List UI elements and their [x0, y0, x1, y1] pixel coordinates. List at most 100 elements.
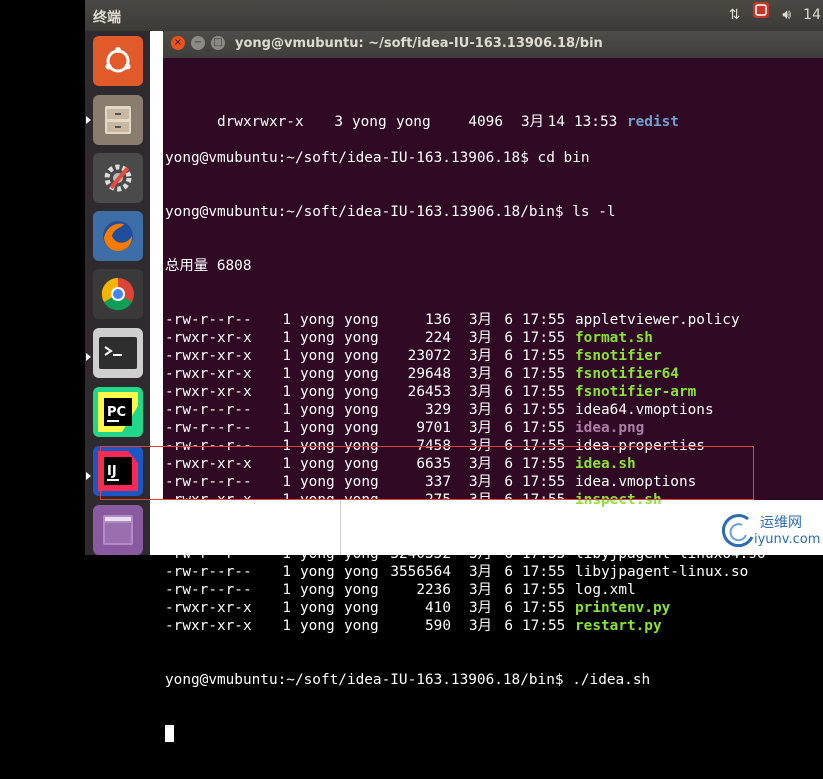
- terminal-output[interactable]: drwxrwxr-x 3 yong yong 4096 3月 14 13:53 redist y…: [165, 59, 821, 779]
- file-row: -rwxr-xr-x 1 yong yong 590 3月 6 17:55 restart.py: [165, 617, 821, 635]
- watermark-url: iyunv.com: [754, 532, 821, 547]
- file-perm: -rw-r--r--: [165, 420, 252, 436]
- file-day: 6: [504, 420, 513, 436]
- file-name: idea64.vmoptions: [575, 402, 714, 418]
- file-owner: yong: [300, 546, 335, 562]
- file-row: -rwxr-xr-x 1 yong yong 410 3月 6 17:55 printenv.p…: [165, 599, 821, 617]
- file-links: 1: [282, 600, 291, 616]
- file-size: 3240352: [390, 546, 451, 562]
- file-month: 3月: [469, 618, 493, 634]
- file-links: 1: [282, 384, 291, 400]
- file-links: 1: [282, 546, 291, 562]
- terminal-total-line: 总用量 6808: [165, 258, 252, 274]
- file-month: 3月: [469, 510, 493, 526]
- clock-label[interactable]: 14: [803, 0, 821, 31]
- ubuntu-logo-icon: [105, 47, 131, 73]
- file-time: 17:55: [522, 510, 566, 526]
- file-group: yong: [344, 312, 379, 328]
- file-group: yong: [344, 564, 379, 580]
- file-size: 29648: [407, 366, 451, 382]
- terminal-titlebar[interactable]: × − □ yong@vmubuntu: ~/soft/idea-IU-163.…: [163, 31, 823, 58]
- minimize-window-button[interactable]: −: [191, 36, 205, 50]
- file-perm: -rw-r--r--: [165, 546, 252, 562]
- file-group: yong: [344, 510, 379, 526]
- file-day: 6: [504, 366, 513, 382]
- volume-icon[interactable]: 🔊︎: [782, 0, 791, 31]
- file-name: fsnotifier64: [575, 366, 679, 382]
- file-group: yong: [395, 114, 431, 130]
- file-owner: yong: [300, 528, 335, 544]
- screen-edge: [0, 0, 85, 555]
- file-name: printenv.py: [575, 600, 671, 616]
- chrome-button[interactable]: [93, 269, 143, 319]
- file-size: 136: [425, 312, 451, 328]
- file-links: 1: [282, 402, 291, 418]
- file-name: fsnotifier: [575, 348, 662, 364]
- file-day: 6: [504, 348, 513, 364]
- dash-button[interactable]: [93, 36, 143, 86]
- maximize-window-button[interactable]: □: [211, 36, 225, 50]
- file-day: 6: [504, 564, 513, 580]
- file-group: yong: [344, 384, 379, 400]
- file-size: 26453: [407, 384, 451, 400]
- file-day: 6: [504, 384, 513, 400]
- file-row: -rwxr-xr-x 1 yong yong 29648 3月 6 17:55 fsnotifi…: [165, 365, 821, 383]
- file-time: 17:55: [522, 618, 566, 634]
- system-settings-button[interactable]: [93, 153, 143, 203]
- terminal-window[interactable]: × − □ yong@vmubuntu: ~/soft/idea-IU-163.…: [163, 31, 823, 742]
- file-name: format.sh: [575, 330, 653, 346]
- file-month: 3月: [469, 330, 493, 346]
- file-month: 3月: [469, 546, 493, 562]
- file-owner: yong: [300, 312, 335, 328]
- file-time: 17:55: [522, 564, 566, 580]
- file-perm: -rw-r--r--: [165, 582, 252, 598]
- file-links: 1: [282, 312, 291, 328]
- workspace-switcher-button[interactable]: [93, 505, 143, 555]
- file-name: libbreakgen.so: [575, 528, 697, 544]
- file-group: yong: [344, 348, 379, 364]
- file-month: 3月: [469, 582, 493, 598]
- file-time: 17:55: [522, 366, 566, 382]
- file-time: 17:55: [522, 582, 566, 598]
- file-name: redist: [626, 114, 679, 130]
- file-perm: -rw-r--r--: [165, 564, 252, 580]
- terminal-line: drwxrwxr-x 3 yong yong 4096 3月 14 13:53 redist: [165, 95, 821, 130]
- file-size: 590: [425, 618, 451, 634]
- file-perm: -rw-r--r--: [165, 402, 252, 418]
- pycharm-button[interactable]: PC: [93, 387, 143, 437]
- watermark-swirl-icon: [721, 514, 754, 547]
- file-row: -rw-r--r-- 1 yong yong 329 3月 6 17:55 idea64.vmo…: [165, 401, 821, 419]
- file-perm: -rwxr-xr-x: [165, 330, 252, 346]
- file-name: log.xml: [575, 582, 636, 598]
- file-perm: -rw-r--r--: [165, 528, 252, 544]
- firefox-icon: [103, 221, 133, 252]
- text-cursor: [165, 725, 174, 742]
- file-month: 3月: [469, 564, 493, 580]
- file-owner: yong: [300, 510, 335, 526]
- file-month: 3月: [469, 528, 493, 544]
- files-button[interactable]: [93, 95, 143, 145]
- terminal-prompt-line[interactable]: [165, 725, 821, 743]
- file-month: 3月: [469, 402, 493, 418]
- terminal-button[interactable]: [93, 328, 143, 378]
- close-window-button[interactable]: ×: [171, 36, 185, 50]
- file-group: yong: [344, 420, 379, 436]
- file-links: 1: [282, 330, 291, 346]
- file-name: libyjpagent-linux.so: [575, 564, 749, 580]
- file-group: yong: [344, 618, 379, 634]
- firefox-button[interactable]: [93, 211, 143, 261]
- terminal-icon: [99, 337, 137, 369]
- file-row: -rw-r--r-- 1 yong yong 9701 3月 6 17:55 idea.png: [165, 419, 821, 437]
- network-arrows-icon[interactable]: ⇅: [729, 0, 741, 31]
- file-links: 1: [282, 420, 291, 436]
- indicator-area: ⇅ 🔊︎ 14: [729, 0, 823, 31]
- file-time: 17:55: [522, 384, 566, 400]
- file-size: 2236: [416, 582, 451, 598]
- file-perm: -rw-r--r--: [165, 312, 252, 328]
- file-owner: yong: [300, 582, 335, 598]
- file-perm: -rwxr-xr-x: [165, 348, 252, 364]
- settings-gear-icon: [104, 164, 132, 192]
- file-row: -rw-r--r-- 1 yong yong 3556564 3月 6 17:55 libyjp…: [165, 563, 821, 581]
- input-method-icon[interactable]: [752, 0, 770, 31]
- pycharm-icon: PC: [98, 392, 138, 432]
